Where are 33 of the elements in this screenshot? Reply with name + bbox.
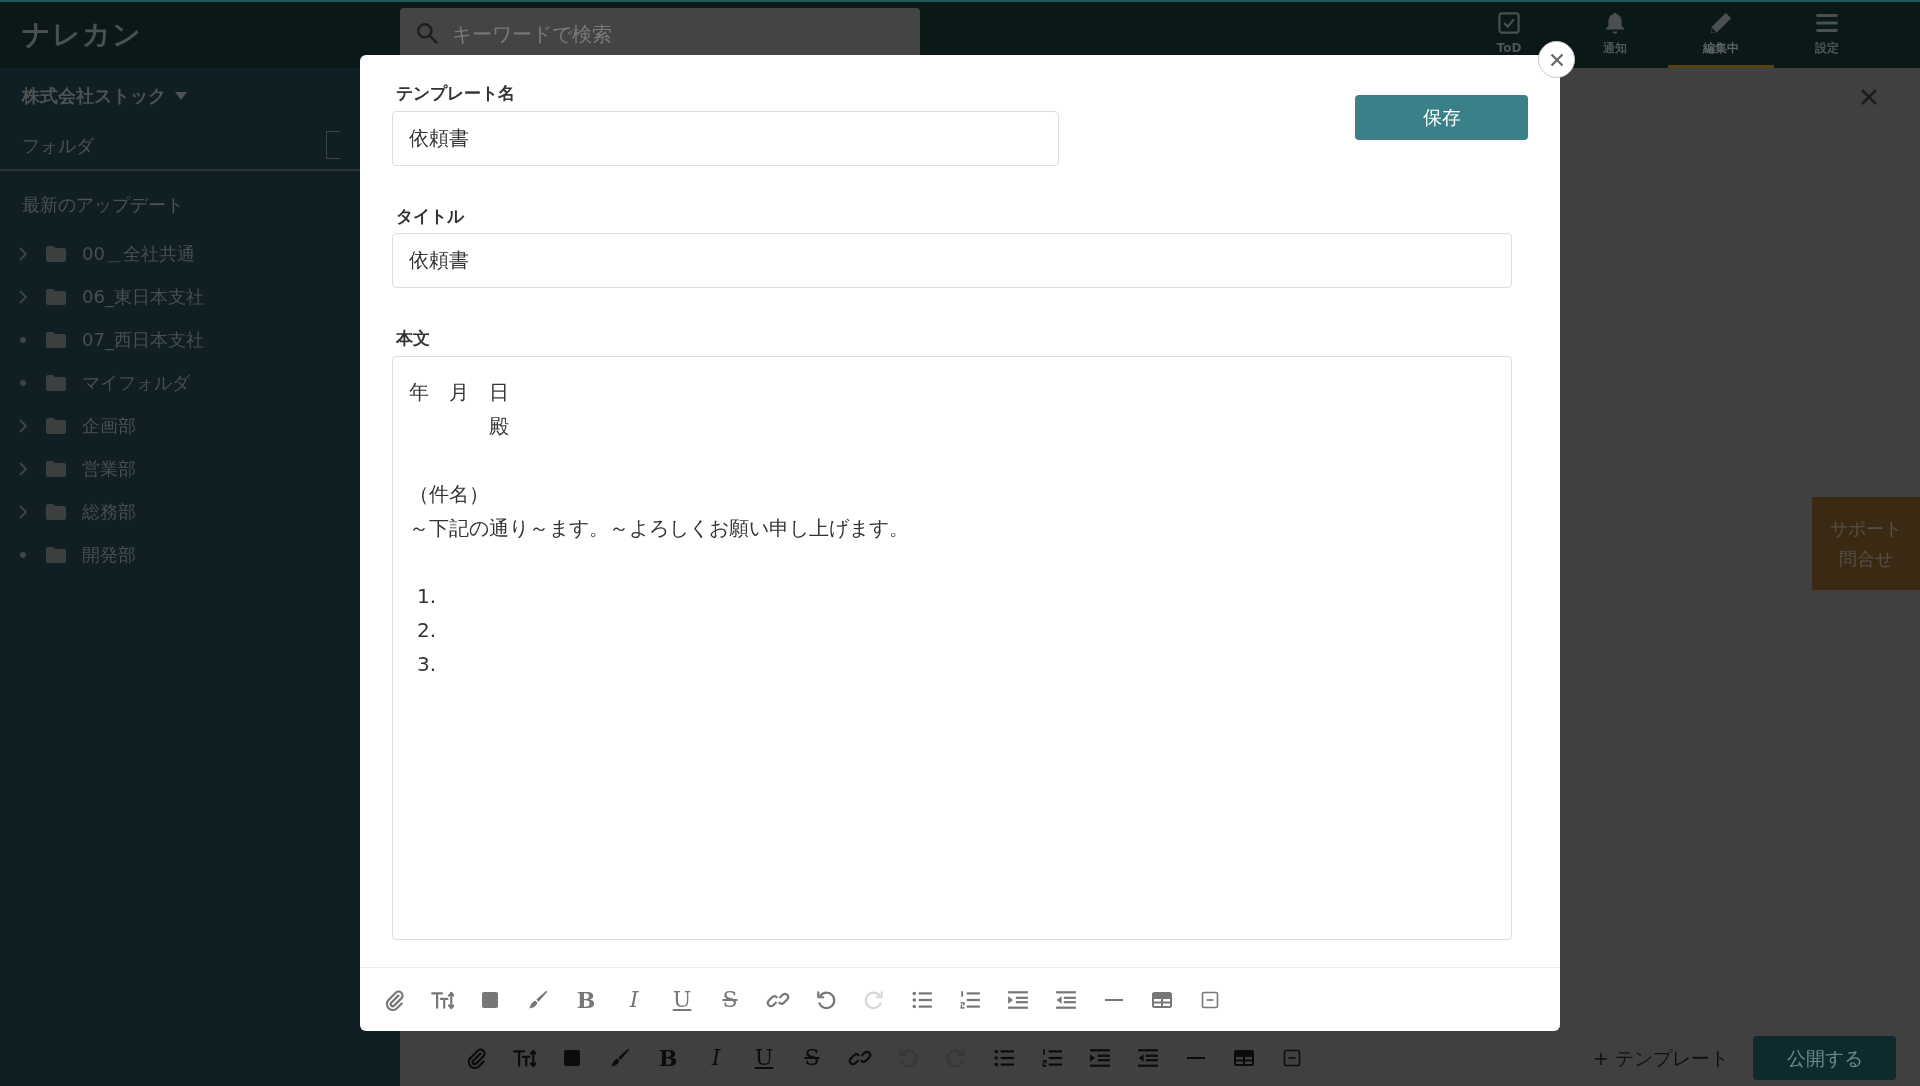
body-text-line: 年 月 日 [409,378,510,406]
field-label: タイトル [395,204,466,228]
publish-button[interactable]: 公開する [1753,1036,1896,1080]
folder-item[interactable]: 06_東日本支社 [82,283,204,310]
strikethrough-button[interactable]: S [706,979,754,1020]
save-button[interactable]: 保存 [1355,95,1528,140]
folder-item[interactable]: 00＿全社共通 [82,240,195,267]
folder-item[interactable]: 企画部 [82,412,136,439]
nav-tab[interactable]: ToD [1456,2,1562,68]
company-selector[interactable]: 株式会社ストック [22,82,166,109]
body-text-line: （件名） [409,480,490,508]
list-number: 2. [417,616,437,644]
nav-tab[interactable]: 設定 [1774,2,1880,68]
template-name-field[interactable]: 依頼書 [392,110,1059,166]
bold-button[interactable]: B [562,979,610,1020]
folder-item[interactable]: 07_西日本支社 [82,326,204,353]
app-logo: ナレカン [21,17,143,53]
field-label: 本文 [395,327,431,350]
list-number: 1. [417,582,437,610]
body-editor[interactable]: 年 月 日 殿 （件名） ～下記の通り～ます。～よろしくお願い申し上げます。 1. 2. 3. [392,355,1512,940]
italic-button[interactable]: I [610,979,658,1020]
underline-button[interactable]: U [658,979,706,1020]
body-text-line: ～下記の通り～ます。～よろしくお願い申し上げます。 [409,514,910,542]
body-text-line: 殿 [488,412,510,440]
folder-item[interactable]: マイフォルダ [82,369,190,396]
folder-heading: フォルダ [22,133,94,158]
folder-item[interactable]: 総務部 [82,498,136,525]
list-number: 3. [417,650,437,678]
nav-tab[interactable]: 通知 [1562,2,1668,68]
field-label: テンプレート名 [395,82,516,105]
folder-item[interactable]: 営業部 [82,455,136,482]
title-field[interactable]: 依頼書 [392,233,1512,288]
folder-item[interactable]: 開発部 [82,541,136,568]
